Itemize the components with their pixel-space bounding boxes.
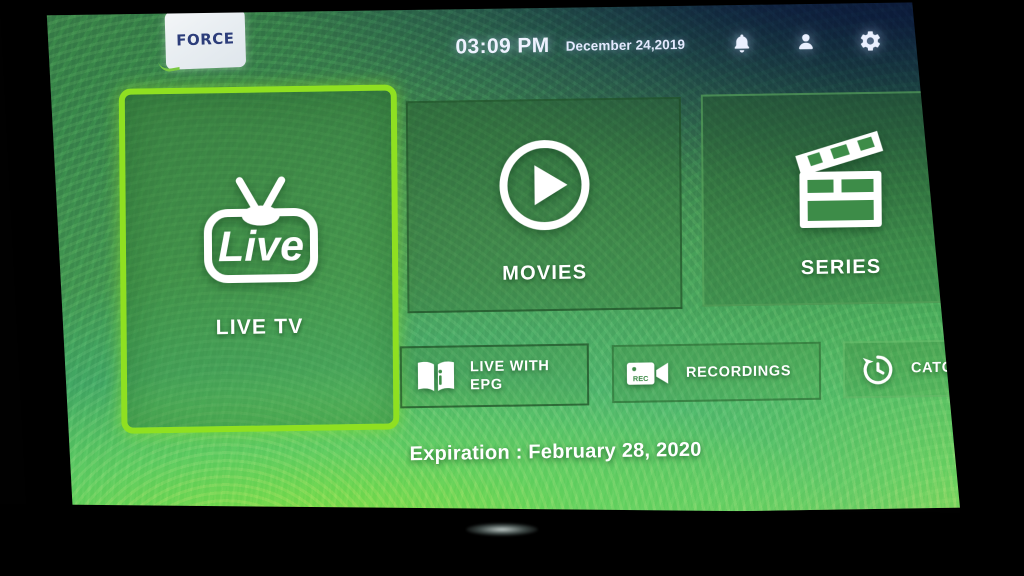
play-circle-icon	[494, 134, 595, 241]
clock-time: 03:09 PM	[455, 34, 550, 59]
book-info-icon	[415, 357, 457, 396]
app-ui: FORCE 03:09 PM December 24,2019 Live LIV…	[40, 0, 1024, 522]
tile-movies-label: MOVIES	[502, 261, 588, 285]
button-recordings-label: RECORDINGS	[685, 363, 792, 381]
clock-history-icon	[859, 351, 897, 388]
svg-text:Live: Live	[218, 222, 304, 271]
clapperboard-icon	[785, 127, 896, 238]
video-camera-rec-icon: REC	[626, 357, 670, 390]
tile-live-tv-label: LIVE TV	[215, 314, 304, 340]
logo-swoosh-icon	[158, 58, 180, 74]
tile-live-tv[interactable]: Live LIVE TV	[118, 84, 400, 434]
account-user-icon[interactable]	[789, 25, 823, 60]
bezel-reflection	[466, 523, 538, 536]
notifications-bell-icon[interactable]	[725, 26, 759, 61]
svg-text:REC: REC	[633, 374, 649, 383]
button-live-with-epg-label: LIVE WITH EPG	[469, 357, 550, 394]
clock-date: December 24,2019	[565, 36, 686, 54]
tv-live-icon: Live	[195, 174, 322, 293]
top-bar: 03:09 PM December 24,2019	[455, 20, 955, 68]
button-live-with-epg[interactable]: LIVE WITH EPG	[399, 343, 590, 409]
button-recordings[interactable]: REC RECORDINGS	[611, 341, 822, 404]
tile-movies[interactable]: MOVIES	[405, 96, 683, 314]
app-logo: FORCE	[158, 8, 247, 74]
photo-frame: FORCE 03:09 PM December 24,2019 Live LIV…	[0, 0, 1024, 576]
projected-screen: FORCE 03:09 PM December 24,2019 Live LIV…	[40, 0, 1024, 523]
expiration-text: Expiration : February 28, 2020	[409, 438, 702, 466]
tile-series-label: SERIES	[800, 255, 882, 280]
logo-text: FORCE	[175, 29, 235, 50]
settings-gear-icon[interactable]	[853, 24, 887, 59]
